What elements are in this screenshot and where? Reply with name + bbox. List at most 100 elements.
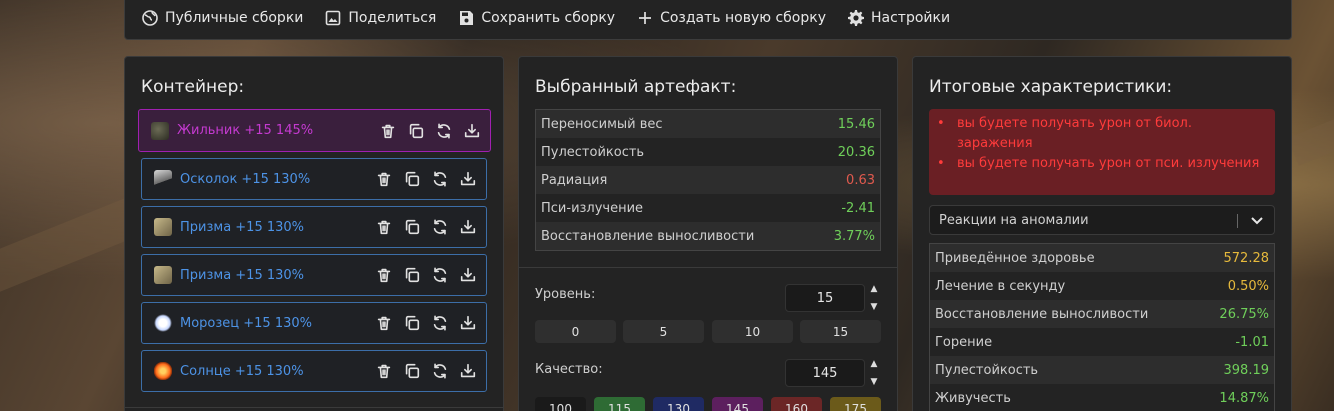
trash-icon[interactable] (374, 265, 394, 285)
copy-icon[interactable] (402, 361, 422, 381)
prizma-artifact-icon (154, 218, 172, 236)
level-label: Уровень: (535, 287, 596, 302)
stat-row: Переносимый вес 15.46 (536, 110, 880, 138)
artifact-slot-label: Солнце +15 130% (180, 363, 304, 379)
top-toolbar: Публичные сборки Поделиться Сохранить сб… (124, 0, 1292, 40)
settings-label: Настройки (871, 10, 951, 26)
save-build-button[interactable]: Сохранить сборку (458, 10, 615, 26)
quality-spinner[interactable]: ▲ ▼ (867, 359, 881, 387)
background-plank (1287, 104, 1334, 166)
divider (519, 267, 897, 268)
stat-value: 15.46 (837, 116, 875, 132)
download-icon[interactable] (458, 265, 478, 285)
level-preset-button[interactable]: 5 (623, 320, 704, 343)
oskolok-artifact-icon (154, 170, 172, 188)
level-input[interactable]: 15 (785, 284, 865, 312)
stat-name: Восстановление выносливости (541, 228, 755, 244)
stat-name: Пулестойкость (935, 362, 1039, 378)
level-preset-button[interactable]: 10 (712, 320, 793, 343)
copy-icon[interactable] (402, 169, 422, 189)
container-title: Контейнер: (141, 77, 245, 97)
quality-input[interactable]: 145 (785, 359, 865, 387)
quality-label: Качество: (535, 362, 603, 377)
gear-icon (848, 10, 864, 26)
copy-icon[interactable] (402, 217, 422, 237)
settings-button[interactable]: Настройки (848, 10, 950, 26)
level-preset-button[interactable]: 15 (800, 320, 881, 343)
copy-icon[interactable] (402, 313, 422, 333)
copy-icon[interactable] (406, 121, 426, 141)
copy-icon[interactable] (402, 265, 422, 285)
stat-value: 20.36 (837, 144, 875, 160)
stat-row: Лечение в секунду 0.50% (930, 272, 1274, 300)
trash-icon[interactable] (378, 121, 398, 141)
stat-row: Приведённое здоровье 572.28 (930, 244, 1274, 272)
chevron-down-icon[interactable]: ▼ (871, 302, 878, 312)
quality-preset-button[interactable]: 145 (712, 397, 763, 411)
trash-icon[interactable] (374, 313, 394, 333)
refresh-icon[interactable] (430, 217, 450, 237)
select-separator (1237, 214, 1238, 228)
artifact-slot[interactable]: Жильник +15 145% (138, 109, 491, 152)
chevron-up-icon[interactable]: ▲ (871, 284, 878, 294)
selected-artifact-panel: Выбранный артефакт: Переносимый вес 15.46… (518, 56, 898, 411)
chevron-down-icon[interactable] (1250, 213, 1264, 227)
trash-icon[interactable] (374, 169, 394, 189)
stat-row: Пулестойкость 398.19 (930, 356, 1274, 384)
stat-row: Живучесть 14.87% (930, 384, 1274, 411)
artifact-slot[interactable]: Морозец +15 130% (141, 302, 487, 344)
download-icon[interactable] (462, 121, 482, 141)
artifact-slot[interactable]: Призма +15 130% (141, 254, 487, 296)
trash-icon[interactable] (374, 361, 394, 381)
artifact-slot[interactable]: Осколок +15 130% (141, 158, 487, 200)
alert-text: вы будете получать урон от пси. излучени… (957, 156, 1260, 171)
artifact-slot[interactable]: Призма +15 130% (141, 206, 487, 248)
stat-name: Переносимый вес (541, 116, 663, 132)
save-build-label: Сохранить сборку (481, 10, 616, 26)
container-panel: Контейнер: Жильник +15 145% Осколок +15 1… (124, 56, 504, 411)
totals-panel: Итоговые характеристики: • вы будете полу… (912, 56, 1292, 411)
refresh-icon[interactable] (430, 265, 450, 285)
globe-icon (142, 10, 158, 26)
chevron-up-icon[interactable]: ▲ (871, 359, 878, 369)
stat-row: Восстановление выносливости 26.75% (930, 300, 1274, 328)
level-spinner[interactable]: ▲ ▼ (867, 284, 881, 312)
quality-preset-button[interactable]: 115 (594, 397, 645, 411)
stat-row: Восстановление выносливости 3.77% (536, 222, 880, 250)
refresh-icon[interactable] (430, 361, 450, 381)
quality-preset-button[interactable]: 130 (653, 397, 704, 411)
artifact-slot-label: Призма +15 130% (180, 267, 305, 283)
download-icon[interactable] (458, 313, 478, 333)
stat-name: Пулестойкость (541, 144, 645, 160)
anomaly-reactions-select[interactable]: Реакции на аномалии (929, 205, 1275, 235)
download-icon[interactable] (458, 169, 478, 189)
refresh-icon[interactable] (430, 169, 450, 189)
stat-value: 398.19 (1223, 362, 1270, 378)
artifact-slot[interactable]: Солнце +15 130% (141, 350, 487, 392)
stat-name: Пси-излучение (541, 200, 644, 216)
refresh-icon[interactable] (430, 313, 450, 333)
public-builds-button[interactable]: Публичные сборки (142, 10, 303, 26)
artifact-stats-table: Переносимый вес 15.46 Пулестойкость 20.36 Ра… (535, 109, 881, 251)
stat-row: Пулестойкость 20.36 (536, 138, 880, 166)
public-builds-label: Публичные сборки (165, 10, 304, 26)
quality-preset-button[interactable]: 160 (771, 397, 822, 411)
create-build-button[interactable]: Создать новую сборку (637, 10, 826, 26)
quality-preset-button[interactable]: 175 (830, 397, 881, 411)
artifact-slot-label: Жильник +15 145% (177, 123, 314, 138)
slot-actions (374, 159, 478, 199)
quality-preset-button[interactable]: 100 (535, 397, 586, 411)
trash-icon[interactable] (374, 217, 394, 237)
share-label: Поделиться (348, 10, 437, 26)
chevron-down-icon[interactable]: ▼ (871, 377, 878, 387)
download-icon[interactable] (458, 361, 478, 381)
alert-item: • вы будете получать урон от пси. излучен… (937, 154, 1267, 174)
share-button[interactable]: Поделиться (325, 10, 436, 26)
stat-row: Горение -1.01 (930, 328, 1274, 356)
save-icon (460, 11, 474, 25)
download-icon[interactable] (458, 217, 478, 237)
level-preset-button[interactable]: 0 (535, 320, 616, 343)
bullet-icon: • (937, 116, 945, 131)
artifact-slot-label: Осколок +15 130% (180, 171, 311, 187)
refresh-icon[interactable] (434, 121, 454, 141)
